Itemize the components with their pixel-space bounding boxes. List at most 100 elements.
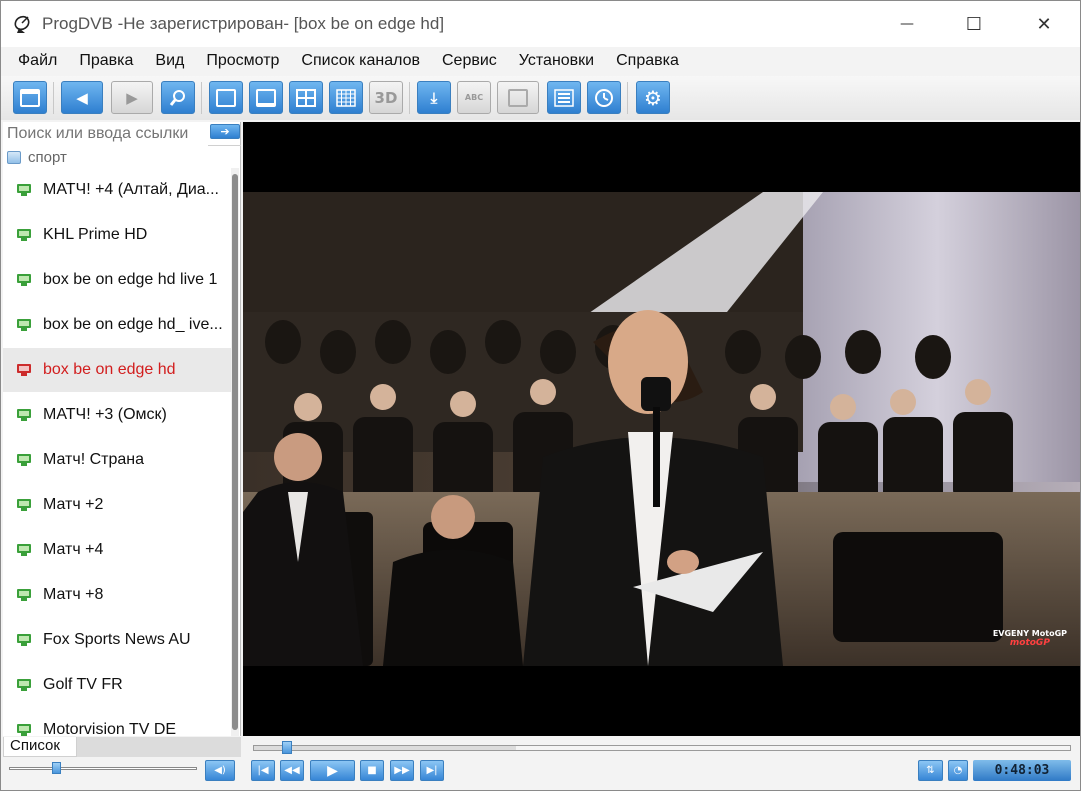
tv-icon [17, 364, 31, 376]
channel-group[interactable]: спорт [7, 146, 67, 168]
scheduler-button[interactable] [587, 81, 621, 114]
search-input[interactable] [3, 122, 208, 146]
tab-list[interactable]: Список [3, 737, 77, 757]
channel-label: Матч +8 [43, 586, 104, 603]
gear-icon: ⚙ [644, 85, 662, 110]
grid-4x4-icon [336, 88, 356, 107]
skip-to-end-button[interactable]: ▶| [420, 760, 444, 781]
tv-icon [17, 679, 31, 691]
menu-watch[interactable]: Просмотр [195, 52, 290, 70]
progdvb-window: ProgDVB -Не зарегистрирован- [box be on … [0, 0, 1081, 791]
channel-item[interactable]: box be on edge hd live 1 [3, 258, 231, 302]
3d-label: 3D [374, 88, 398, 107]
epg-list-button[interactable] [547, 81, 581, 114]
channel-item[interactable]: Golf TV FR [3, 663, 231, 707]
menu-help[interactable]: Справка [605, 52, 690, 70]
channel-item[interactable]: МАТЧ! +3 (Омск) [3, 393, 231, 437]
tv-icon [17, 454, 31, 466]
menu-channel-list[interactable]: Список каналов [290, 52, 431, 70]
list-icon [554, 88, 574, 107]
menu-bar: Файл Правка Вид Просмотр Список каналов … [1, 47, 1080, 75]
audio-tracks-button[interactable]: ⇅ [918, 760, 943, 781]
menu-service[interactable]: Сервис [431, 52, 508, 70]
menu-settings[interactable]: Установки [508, 52, 605, 70]
close-button[interactable]: ✕ [1009, 1, 1079, 47]
arrow-right-icon: ▶ [126, 88, 138, 107]
channel-item[interactable]: Матч! Страна [3, 438, 231, 482]
record-download-button[interactable]: ⤓ [417, 81, 451, 114]
view-fullscreen-button[interactable] [249, 81, 283, 114]
teletext-button[interactable]: ABC [457, 81, 491, 114]
skip-end-icon: ▶| [426, 765, 438, 776]
seek-buffer-fill [254, 746, 516, 750]
rewind-button[interactable]: ◀◀ [280, 760, 304, 781]
view-mosaic-4-button[interactable] [289, 81, 323, 114]
timeshift-icon: ◔ [953, 765, 963, 776]
tv-icon [17, 409, 31, 421]
channel-item-selected[interactable]: box be on edge hd [3, 348, 231, 392]
fast-forward-button[interactable]: ▶▶ [390, 760, 414, 781]
channel-label: box be on edge hd [43, 361, 176, 378]
maximize-button[interactable]: ☐ [939, 1, 1009, 47]
channel-item[interactable]: Motorvision TV DE [3, 708, 231, 736]
video-frame: EVGENY MotoGP motoGP [243, 192, 1080, 666]
subtitles-button[interactable] [497, 81, 539, 114]
channel-item[interactable]: МАТЧ! +4 (Алтай, Диа... [3, 168, 231, 212]
volume-slider-track[interactable] [9, 767, 197, 770]
rewind-icon: ◀◀ [284, 765, 300, 776]
toolbar-separator [627, 82, 628, 114]
channel-list-toggle-button[interactable] [13, 81, 47, 114]
view-3d-button[interactable]: 3D [369, 81, 403, 114]
channel-label: МАТЧ! +4 (Алтай, Диа... [43, 181, 219, 198]
channel-label: box be on edge hd live 1 [43, 271, 218, 288]
channel-label: Fox Sports News AU [43, 631, 191, 648]
menu-edit[interactable]: Правка [68, 52, 144, 70]
menu-view[interactable]: Вид [144, 52, 195, 70]
tab-strip [77, 737, 241, 757]
toolbar-separator [53, 82, 54, 114]
channel-item[interactable]: KHL Prime HD [3, 213, 231, 257]
channel-item[interactable]: Матч +4 [3, 528, 231, 572]
play-button[interactable]: ▶ [310, 760, 355, 781]
arrow-right-icon: ➔ [220, 125, 230, 138]
scrollbar-thumb[interactable] [232, 174, 238, 730]
skip-start-icon: |◀ [257, 765, 269, 776]
search-bar: ➔ [3, 122, 241, 146]
skip-to-start-button[interactable]: |◀ [251, 760, 275, 781]
channel-label: Матч +2 [43, 496, 104, 513]
clock-icon [595, 88, 613, 107]
menu-file[interactable]: Файл [7, 52, 68, 70]
channel-item[interactable]: Матч +2 [3, 483, 231, 527]
satellite-dish-icon [14, 15, 30, 33]
search-go-button[interactable]: ➔ [210, 124, 240, 139]
seek-bar[interactable] [253, 745, 1071, 751]
channel-item[interactable]: Fox Sports News AU [3, 618, 231, 662]
seek-thumb[interactable] [281, 741, 292, 754]
settings-button[interactable]: ⚙ [636, 81, 670, 114]
channel-item[interactable]: box be on edge hd_ ive... [3, 303, 231, 347]
tv-icon [17, 499, 31, 511]
channel-item[interactable]: Матч +8 [3, 573, 231, 617]
mute-button[interactable]: ◀) [205, 760, 235, 781]
channel-list-scrollbar[interactable] [231, 168, 239, 736]
tv-icon [17, 274, 31, 286]
fast-forward-icon: ▶▶ [394, 765, 410, 776]
tv-icon [17, 634, 31, 646]
forward-button[interactable]: ▶ [111, 81, 153, 114]
search-button[interactable] [161, 81, 195, 114]
title-bar: ProgDVB -Не зарегистрирован- [box be on … [1, 1, 1080, 47]
stop-button[interactable]: ■ [360, 760, 384, 781]
tv-icon [17, 544, 31, 556]
view-normal-button[interactable] [209, 81, 243, 114]
view-mosaic-16-button[interactable] [329, 81, 363, 114]
timeshift-button[interactable]: ◔ [948, 760, 968, 781]
video-area[interactable]: EVGENY MotoGP motoGP [243, 122, 1080, 736]
tv-icon [17, 589, 31, 601]
volume-slider-thumb[interactable] [52, 762, 61, 774]
minimize-button[interactable]: — [872, 1, 942, 47]
channel-watermark: EVGENY MotoGP motoGP [993, 629, 1067, 648]
back-button[interactable]: ◀ [61, 81, 103, 114]
channel-label: Матч! Страна [43, 451, 145, 468]
download-icon: ⤓ [430, 88, 438, 107]
channel-panel: ➔ спорт МАТЧ! +4 (Алтай, Диа... KHL Prim… [3, 122, 241, 736]
